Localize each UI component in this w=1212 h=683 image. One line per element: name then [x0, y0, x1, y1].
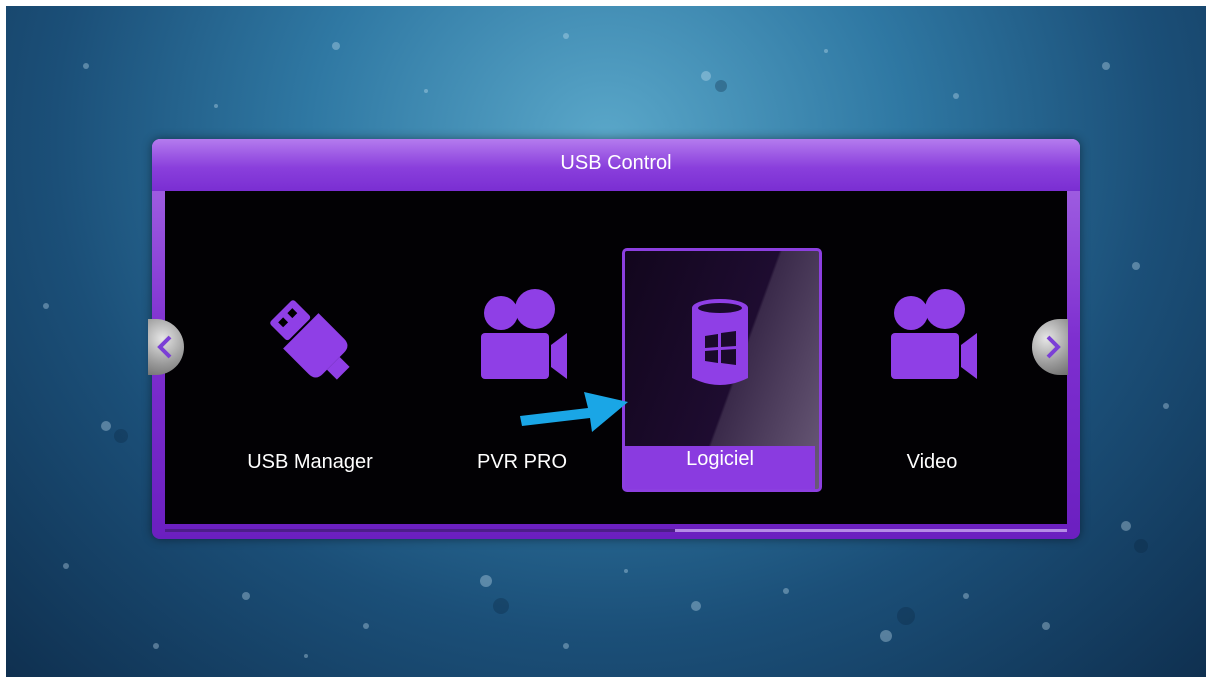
menu-item-pvr-pro[interactable]: PVR PRO: [424, 245, 620, 487]
tv-screen: USB Control USB Manager PVR PRO Logiciel…: [6, 6, 1206, 677]
menu-item-label: Logiciel: [686, 448, 754, 470]
menu-item-label: PVR PRO: [476, 451, 568, 473]
menu-item-label: USB Manager: [247, 451, 373, 473]
menu-item-logiciel[interactable]: Logiciel: [622, 248, 822, 492]
title-bar: USB Control: [152, 139, 1080, 191]
scroll-thumb: [165, 529, 675, 532]
video-camera-icon: [424, 285, 620, 395]
chevron-right-icon: [1046, 335, 1061, 359]
window-title: USB Control: [560, 152, 672, 174]
chevron-left-icon: [157, 335, 172, 359]
software-database-icon: [622, 288, 818, 398]
pointer-arrow-icon: [520, 392, 628, 432]
menu-item-usb-manager[interactable]: USB Manager: [212, 245, 408, 487]
usb-control-window: USB Control USB Manager PVR PRO Logiciel…: [148, 139, 1080, 539]
menu-item-video[interactable]: Video: [834, 245, 1030, 487]
video-camera-icon: [834, 285, 1030, 395]
usb-drive-icon: [212, 285, 408, 395]
menu-item-label: Video: [906, 451, 958, 473]
